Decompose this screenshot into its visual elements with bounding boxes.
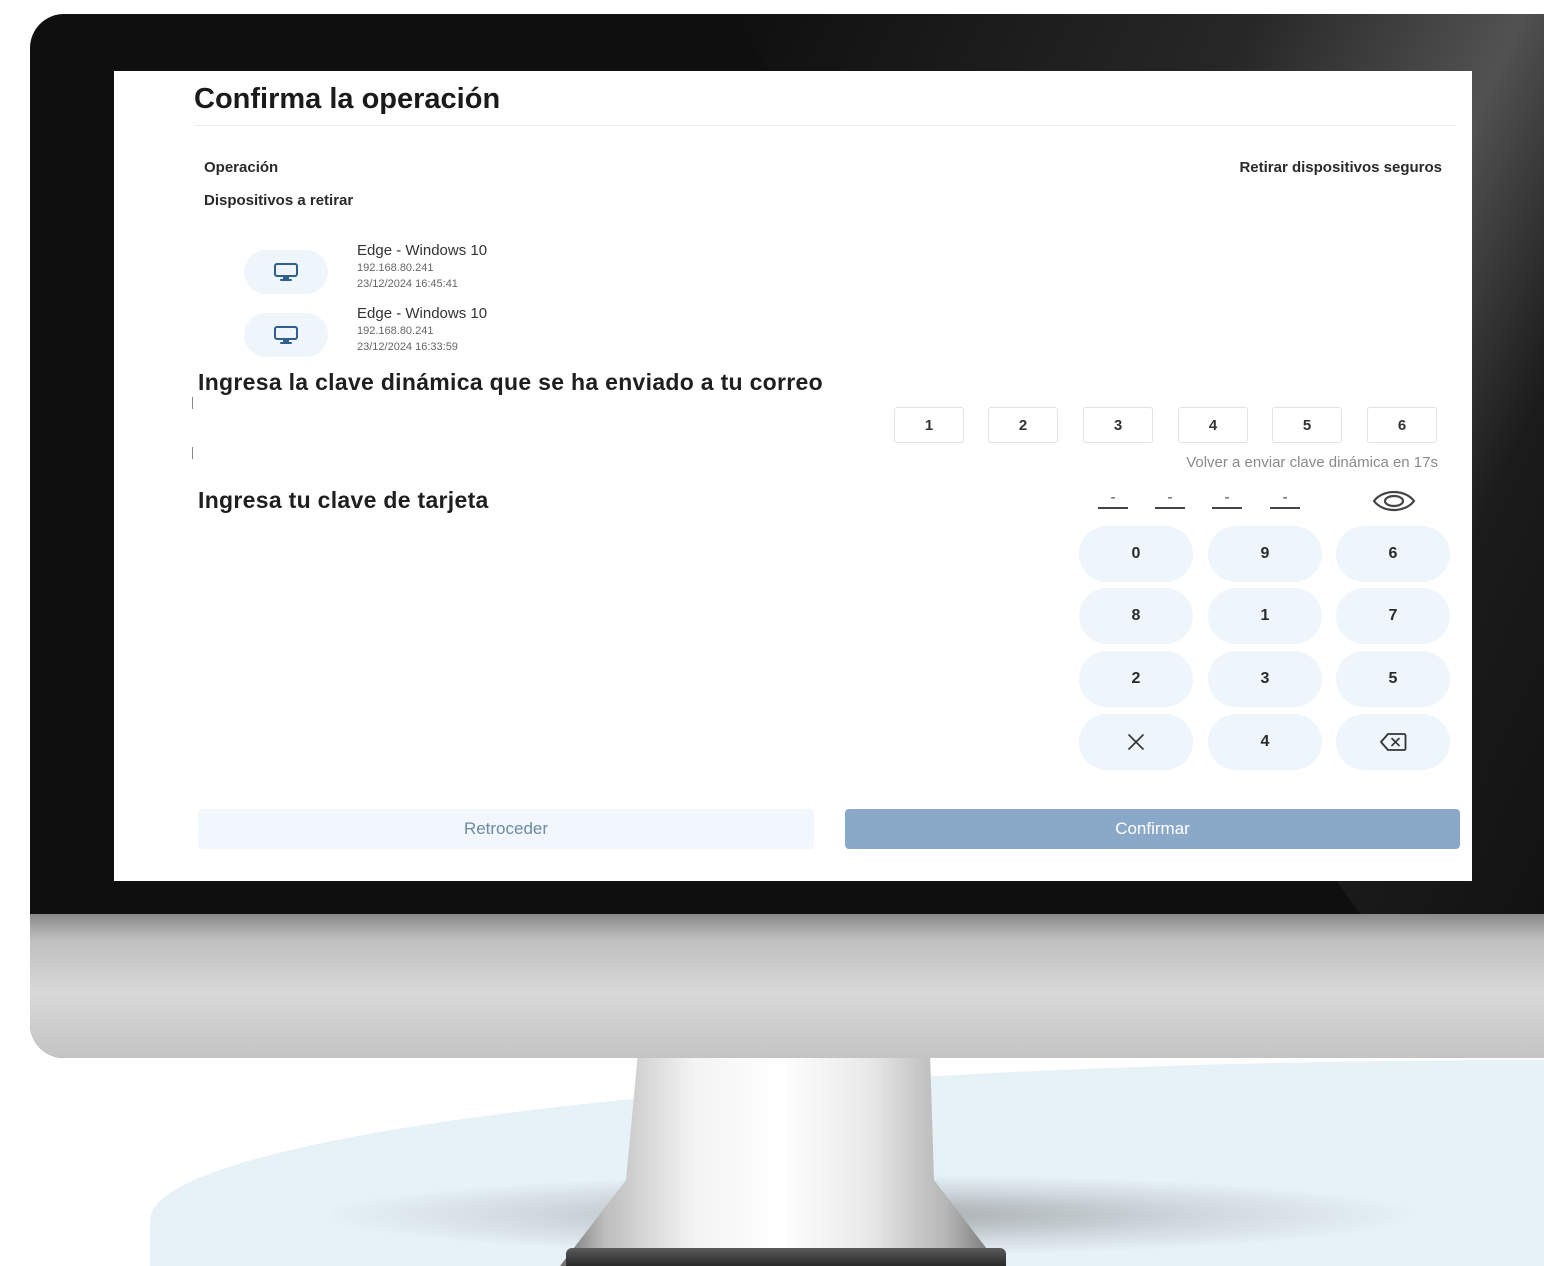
keypad-key[interactable]: 4 [1208,714,1322,770]
monitor-frame: Confirma la operación Operación Retirar … [30,14,1544,1058]
device-item: Edge - Windows 10 192.168.80.241 23/12/2… [244,305,644,365]
code-digit-input[interactable]: 6 [1367,407,1437,443]
backspace-icon[interactable] [1336,714,1450,770]
device-name: Edge - Windows 10 [357,242,488,259]
keypad-key[interactable]: 8 [1079,588,1193,644]
monitor-chin [30,914,1544,1058]
monitor-icon [244,313,328,357]
keypad-key[interactable]: 0 [1079,526,1193,582]
pin-digit-placeholder[interactable]: - [1155,489,1185,509]
code-digit-input[interactable]: 1 [894,407,964,443]
code-digit-input[interactable]: 4 [1178,407,1248,443]
card-pin-title: Ingresa tu clave de tarjeta [198,487,489,513]
keypad-key[interactable]: 5 [1336,651,1450,707]
operation-label: Operación [204,159,279,176]
device-name: Edge - Windows 10 [357,305,488,322]
page-title: Confirma la operación [194,83,501,115]
code-digit-input[interactable]: 5 [1272,407,1342,443]
confirm-button[interactable]: Confirmar [845,809,1460,849]
monitor-icon [244,250,328,294]
keypad-key[interactable]: 6 [1336,526,1450,582]
screen: Confirma la operación Operación Retirar … [114,71,1472,881]
divider [192,447,193,459]
monitor-stand-base [566,1248,1006,1266]
back-button[interactable]: Retroceder [198,809,814,849]
device-item: Edge - Windows 10 192.168.80.241 23/12/2… [244,242,644,302]
operation-value: Retirar dispositivos seguros [1239,159,1442,176]
eye-icon[interactable] [1370,485,1418,517]
dynamic-code-title: Ingresa la clave dinámica que se ha envi… [198,369,823,395]
resend-code-text: Volver a enviar clave dinámica en 17s [1186,454,1438,471]
close-icon[interactable] [1079,714,1193,770]
pin-digit-placeholder[interactable]: - [1212,489,1242,509]
device-ip: 192.168.80.241 [357,262,434,274]
device-date: 23/12/2024 16:33:59 [357,341,458,353]
code-digit-input[interactable]: 2 [988,407,1058,443]
keypad-key[interactable]: 2 [1079,651,1193,707]
code-digit-input[interactable]: 3 [1083,407,1153,443]
device-ip: 192.168.80.241 [357,325,434,337]
keypad-key[interactable]: 9 [1208,526,1322,582]
keypad-key[interactable]: 1 [1208,588,1322,644]
divider [194,125,1456,126]
device-date: 23/12/2024 16:45:41 [357,278,458,290]
divider [192,397,193,409]
keypad-key[interactable]: 7 [1336,588,1450,644]
pin-digit-placeholder[interactable]: - [1098,489,1128,509]
pin-digit-placeholder[interactable]: - [1270,489,1300,509]
keypad-key[interactable]: 3 [1208,651,1322,707]
devices-label: Dispositivos a retirar [204,192,354,209]
